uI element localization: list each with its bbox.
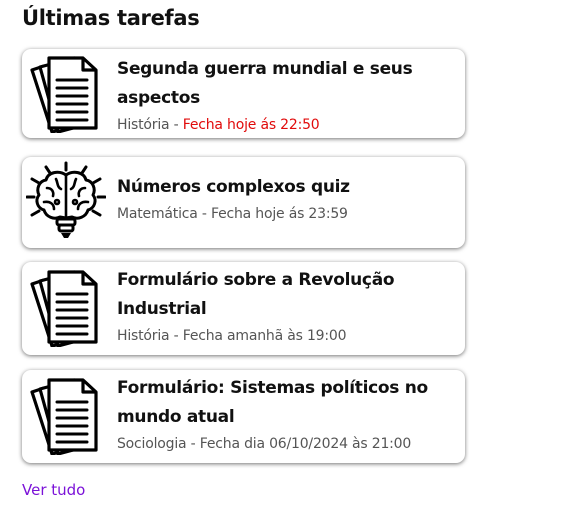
meta-separator: - [186,436,200,452]
task-meta: Sociologia - Fecha dia 06/10/2024 às 21:… [117,434,457,454]
task-text: Segunda guerra mundial e seus aspectos H… [117,55,457,135]
task-meta: História - Fecha hoje ás 22:50 [117,115,457,135]
task-meta: História - Fecha amanhã às 19:00 [117,326,457,346]
document-stack-icon [30,56,98,133]
section-title: Últimas tarefas [22,6,200,30]
meta-separator: - [169,117,183,133]
task-due-date: Fecha hoje ás 23:59 [211,206,348,222]
document-stack-icon [30,270,98,347]
task-text: Formulário: Sistemas políticos no mundo … [117,374,457,454]
task-subject: História [117,328,170,344]
task-due-date: Fecha amanhã às 19:00 [182,328,347,344]
task-title: Segunda guerra mundial e seus aspectos [117,59,413,108]
task-title: Formulário: Sistemas políticos no mundo … [117,378,428,427]
meta-separator: - [197,206,211,222]
meta-separator: - [169,328,183,344]
task-subject: Matemática [117,206,198,222]
brain-lightbulb-icon [26,161,106,238]
task-card[interactable]: Formulário: Sistemas políticos no mundo … [22,370,465,463]
task-card[interactable]: Formulário sobre a Revolução Industrial … [22,262,465,355]
task-title: Formulário sobre a Revolução Industrial [117,270,395,319]
see-all-link[interactable]: Ver tudo [22,481,85,499]
task-text: Formulário sobre a Revolução Industrial … [117,266,457,346]
task-card[interactable]: Segunda guerra mundial e seus aspectos H… [22,49,465,138]
task-due-date: Fecha dia 06/10/2024 às 21:00 [199,436,412,452]
task-title: Números complexos quiz [117,177,350,197]
task-subject: História [117,117,170,133]
task-list: Segunda guerra mundial e seus aspectos H… [22,49,465,463]
latest-tasks-section: Últimas tarefas Segunda guerra mundial e… [0,0,565,509]
task-due-date: Fecha hoje ás 22:50 [182,117,320,133]
document-stack-icon [30,378,98,455]
task-subject: Sociologia [117,436,187,452]
task-card[interactable]: Números complexos quiz Matemática - Fech… [22,157,465,248]
task-meta: Matemática - Fecha hoje ás 23:59 [117,204,457,224]
task-text: Números complexos quiz Matemática - Fech… [117,173,457,224]
